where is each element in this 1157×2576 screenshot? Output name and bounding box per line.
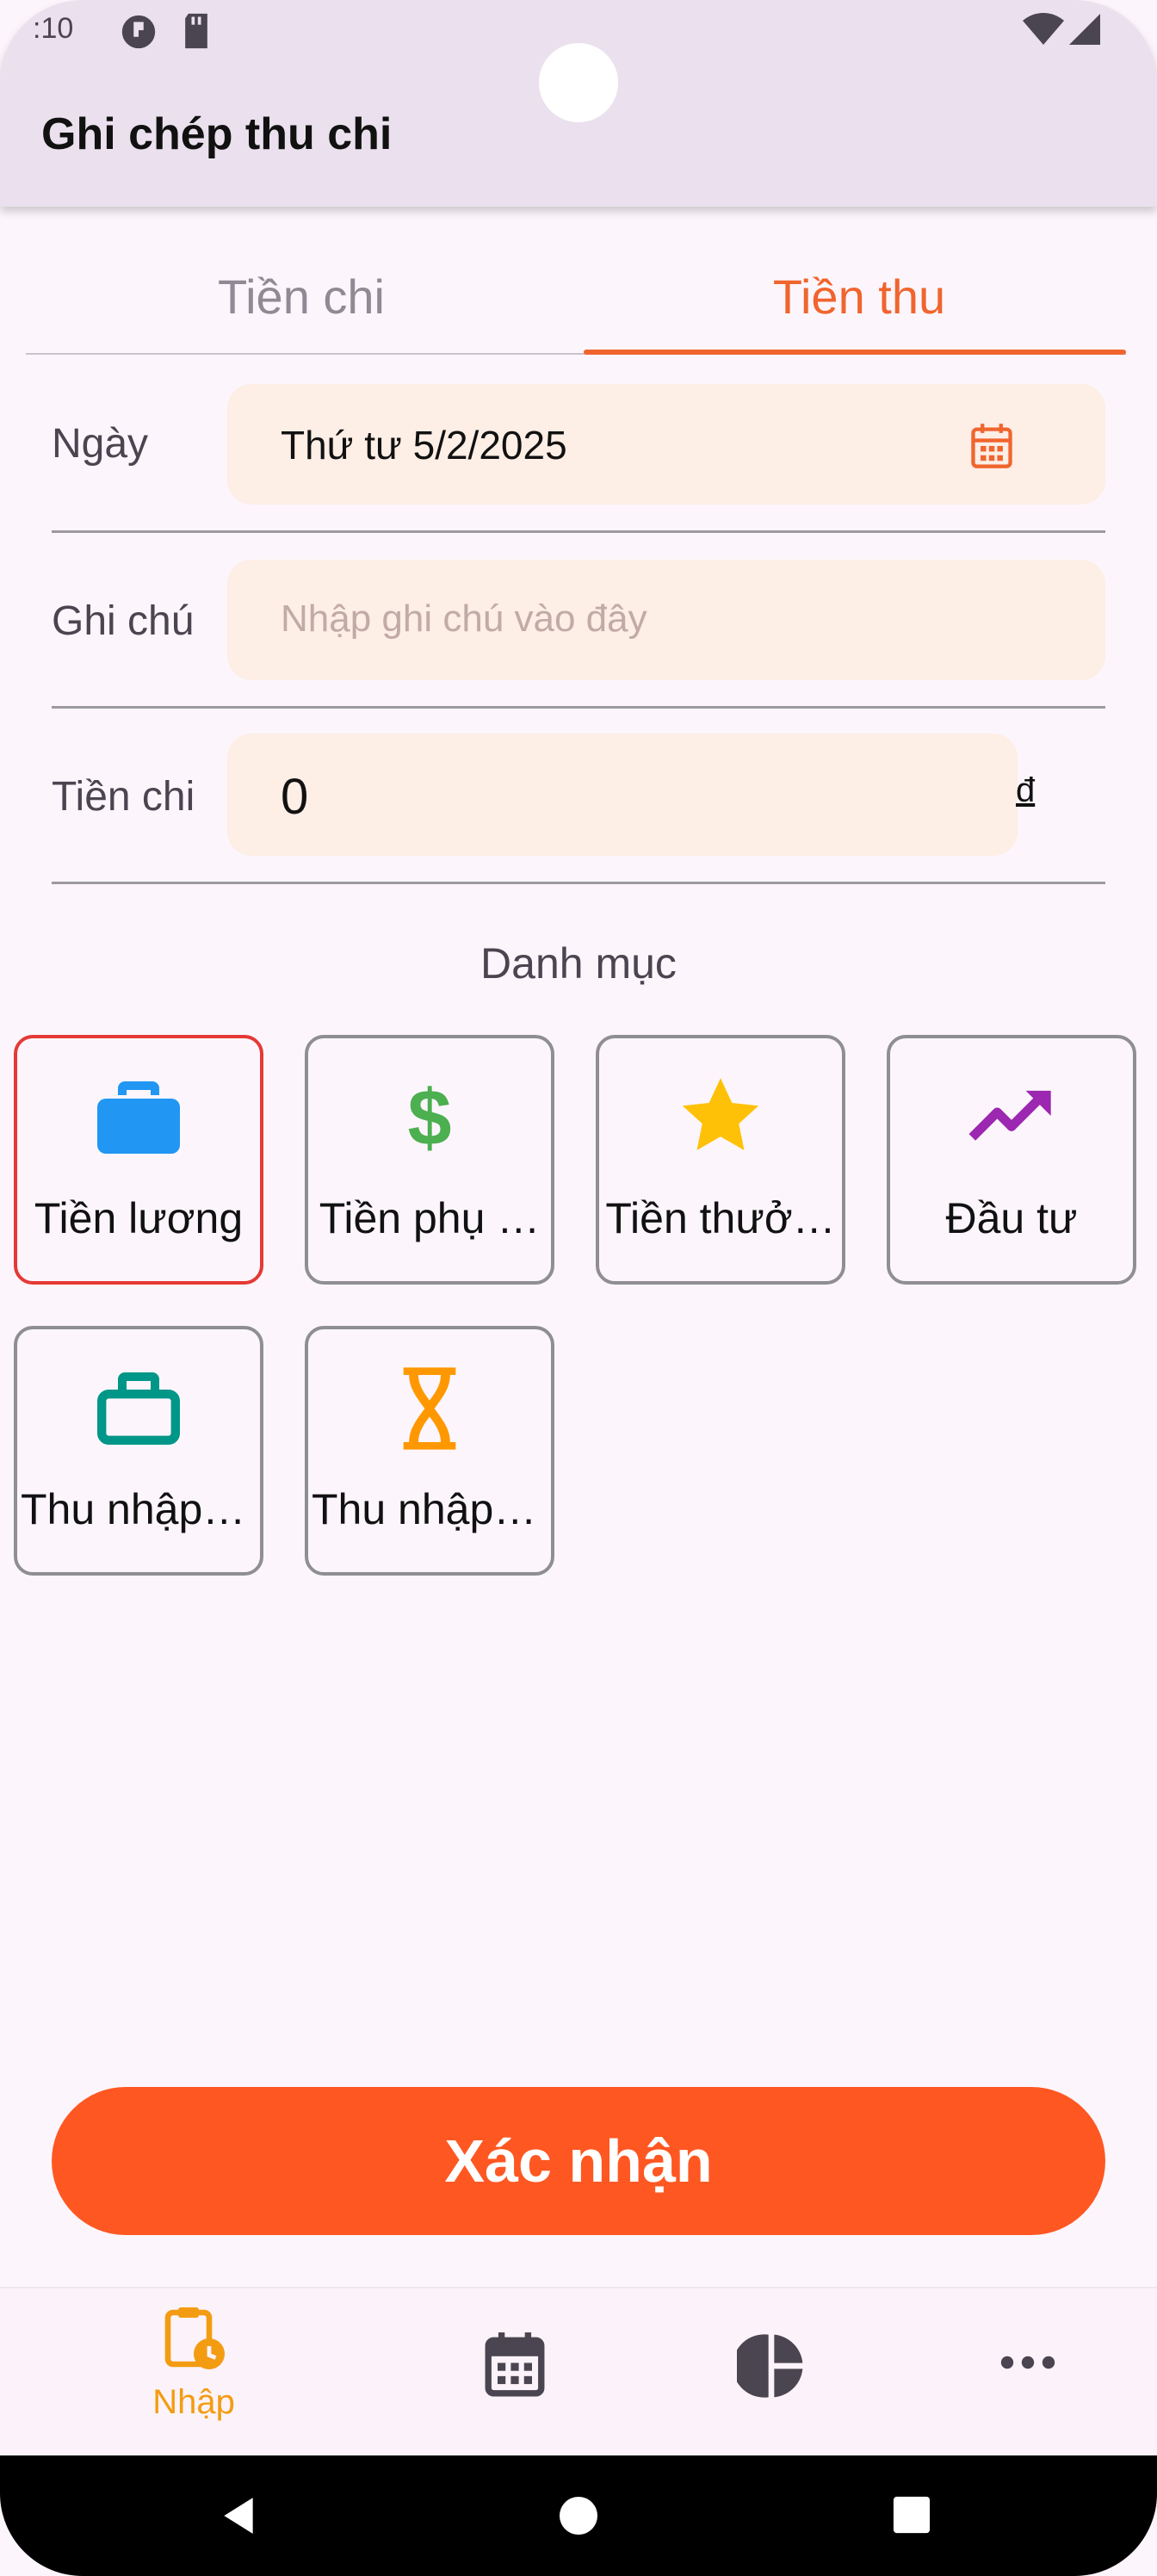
currency-symbol: đ: [1016, 771, 1036, 809]
note-field[interactable]: Nhập ghi chú vào đây: [227, 560, 1105, 680]
nav-item-more[interactable]: [999, 2347, 1057, 2378]
calendar-icon[interactable]: [969, 422, 1014, 470]
briefcase-icon: [97, 1081, 180, 1154]
category-label: Tiền lương: [34, 1194, 244, 1242]
recents-icon[interactable]: [892, 2495, 931, 2535]
date-divider: [52, 530, 1105, 533]
category-salary[interactable]: Tiền lương: [14, 1035, 263, 1285]
category-bonus[interactable]: Tiền thưở…: [596, 1035, 845, 1285]
category-side-income[interactable]: $ Tiền phụ …: [305, 1035, 554, 1285]
dollar-icon: $: [408, 1074, 452, 1159]
pie-chart-icon: [733, 2334, 803, 2398]
category-label: Thu nhập …: [21, 1485, 258, 1533]
date-value: Thứ tư 5/2/2025: [281, 423, 567, 468]
tab-active-indicator: [584, 350, 1126, 355]
note-label: Ghi chú: [52, 598, 195, 644]
note-divider: [52, 706, 1105, 709]
category-other-income-2[interactable]: Thu nhập …: [305, 1326, 554, 1576]
hourglass-icon: [403, 1367, 456, 1450]
more-icon: [1000, 2356, 1055, 2369]
calendar-icon: [485, 2332, 545, 2397]
category-investment[interactable]: Đầu tư: [887, 1035, 1136, 1285]
category-title: Danh mục: [480, 939, 677, 988]
back-icon[interactable]: [217, 2493, 260, 2538]
tab-income[interactable]: Tiền thu: [584, 258, 1135, 336]
briefcase-outline-icon: [96, 1372, 180, 1445]
amount-input[interactable]: 0: [227, 734, 1018, 856]
nav-item-report[interactable]: [733, 2331, 806, 2400]
camera-cutout: [539, 43, 618, 122]
sd-card-icon: [185, 13, 207, 49]
category-label: Đầu tư: [945, 1194, 1078, 1242]
nav-item-calendar[interactable]: [482, 2330, 548, 2399]
wifi-icon: [1023, 13, 1064, 45]
nav-label-input: Nhập: [152, 2383, 235, 2421]
status-time: :10: [33, 12, 74, 45]
tab-expense[interactable]: Tiền chi: [26, 258, 577, 336]
star-icon: [682, 1078, 759, 1150]
signal-icon: [1069, 14, 1100, 45]
confirm-button[interactable]: Xác nhận: [52, 2087, 1105, 2235]
category-label: Tiền thưở…: [605, 1194, 836, 1242]
svg-text:$: $: [408, 1074, 452, 1159]
date-field[interactable]: Thứ tư 5/2/2025: [227, 384, 1105, 505]
category-label: Thu nhập …: [312, 1485, 549, 1533]
trending-up-icon: [968, 1090, 1051, 1141]
clipboard-clock-icon: [164, 2307, 225, 2369]
amount-divider: [52, 882, 1105, 884]
note-placeholder: Nhập ghi chú vào đây: [281, 598, 647, 640]
home-icon[interactable]: [558, 2495, 599, 2536]
nav-item-input[interactable]: Nhập: [129, 2304, 258, 2424]
app-title: Ghi chép thu chi: [41, 109, 393, 159]
category-other-income-1[interactable]: Thu nhập …: [14, 1326, 263, 1576]
amount-value: 0: [281, 769, 309, 825]
category-label: Tiền phụ …: [319, 1194, 541, 1242]
date-label: Ngày: [52, 421, 149, 467]
status-app-icon: [121, 15, 156, 49]
amount-label: Tiền chi: [52, 774, 195, 820]
